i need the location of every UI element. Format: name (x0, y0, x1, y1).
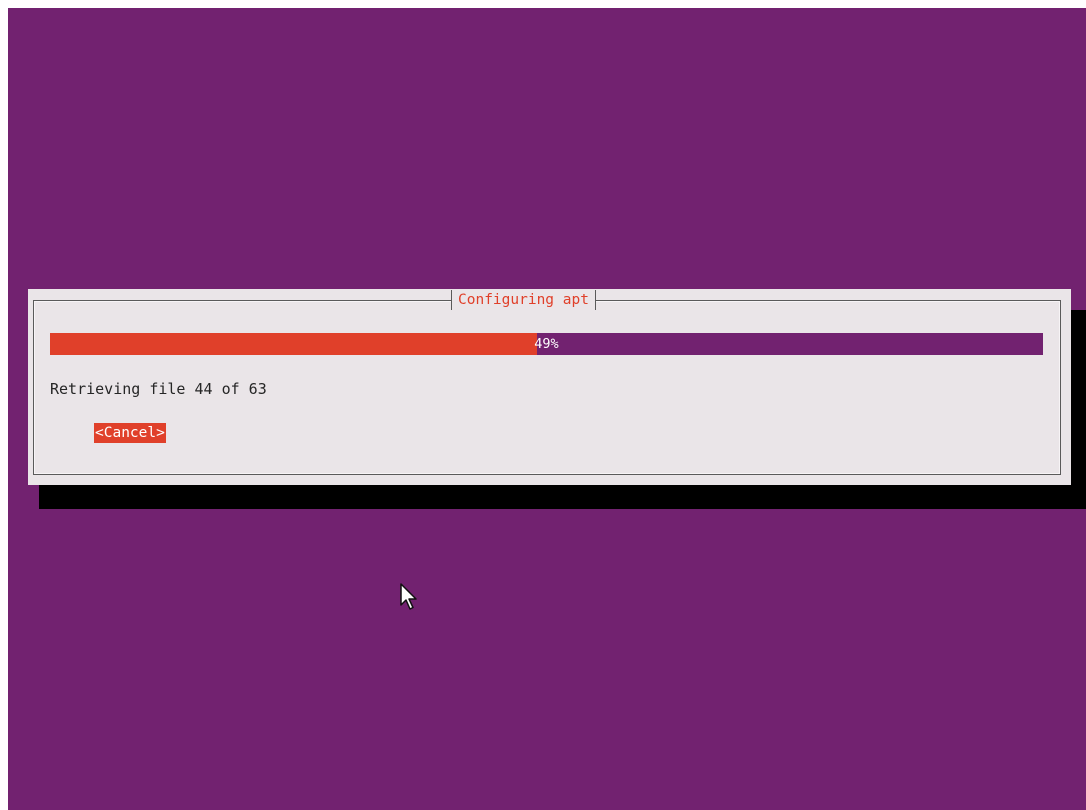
installer-screen: Configuring apt 49% Retrieving file 44 o… (8, 8, 1086, 810)
mouse-pointer-icon (400, 583, 417, 610)
dialog-title: Configuring apt (451, 290, 596, 310)
status-message: Retrieving file 44 of 63 (50, 380, 267, 398)
progress-bar: 49% (50, 333, 1043, 355)
progress-percent: 49% (534, 336, 559, 352)
configuring-apt-dialog: Configuring apt 49% Retrieving file 44 o… (28, 289, 1071, 485)
cancel-button[interactable]: <Cancel> (94, 423, 166, 443)
